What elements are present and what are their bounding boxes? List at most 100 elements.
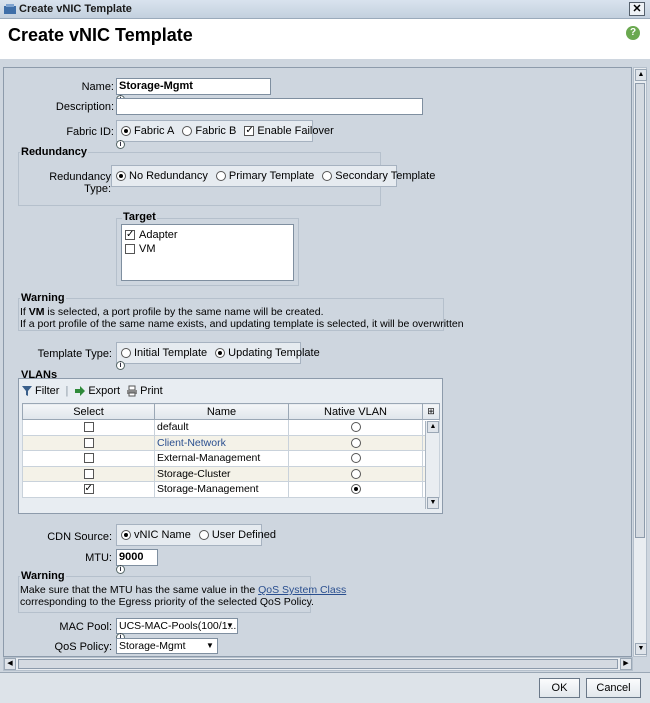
scroll-up-icon[interactable]: ▲ xyxy=(427,421,439,433)
adapter-checkbox[interactable]: ✓ xyxy=(125,230,135,240)
secondary-template-option[interactable]: Secondary Template xyxy=(322,170,435,182)
primary-template-label: Primary Template xyxy=(228,170,315,182)
info-icon[interactable]: i xyxy=(116,361,125,370)
updating-template-radio[interactable] xyxy=(215,348,226,358)
select-cell[interactable] xyxy=(22,434,155,451)
secondary-template-radio[interactable] xyxy=(322,171,333,181)
vertical-scrollbar[interactable]: ▲ ▼ xyxy=(633,67,647,657)
enable-failover-option[interactable]: ✓ Enable Failover xyxy=(244,125,334,137)
fabric-a-option[interactable]: Fabric A xyxy=(121,125,174,137)
description-field[interactable] xyxy=(116,98,423,115)
fabric-b-option[interactable]: Fabric B xyxy=(182,125,236,137)
vlan-name-cell: Storage-Management xyxy=(154,481,289,498)
initial-template-option[interactable]: Initial Template xyxy=(121,347,207,359)
scroll-thumb[interactable] xyxy=(635,83,645,538)
name-column-header[interactable]: Name xyxy=(154,403,289,420)
select-cell[interactable] xyxy=(22,450,155,467)
native-vlan-cell[interactable] xyxy=(288,419,423,436)
cancel-button[interactable]: Cancel xyxy=(586,678,641,698)
vlans-scrollbar[interactable]: ▲ ▼ xyxy=(425,421,439,509)
scroll-thumb[interactable] xyxy=(18,659,618,669)
vlan-select-checkbox[interactable] xyxy=(83,453,94,464)
table-row[interactable]: ✓ Storage-Management xyxy=(22,481,440,498)
table-row[interactable]: External-Management xyxy=(22,450,440,467)
initial-template-radio[interactable] xyxy=(121,348,131,358)
name-field[interactable]: Storage-Mgmt xyxy=(116,78,271,95)
vnic-name-radio[interactable] xyxy=(121,530,131,540)
no-redundancy-option[interactable]: No Redundancy xyxy=(116,170,208,182)
user-defined-radio[interactable] xyxy=(198,530,209,540)
native-vlan-radio[interactable] xyxy=(350,484,361,495)
fabric-b-radio[interactable] xyxy=(182,126,193,136)
native-vlan-cell[interactable] xyxy=(288,465,423,482)
select-cell[interactable] xyxy=(22,419,155,436)
ok-button[interactable]: OK xyxy=(539,678,580,698)
mac-pool-dropdown[interactable]: UCS-MAC-Pools(100/1... ▼ xyxy=(116,618,238,634)
select-column-header[interactable]: Select xyxy=(22,403,155,420)
vlan-select-checkbox[interactable] xyxy=(83,437,94,448)
fabric-a-radio[interactable] xyxy=(121,126,131,136)
chevron-down-icon[interactable]: ▼ xyxy=(204,640,216,652)
help-icon[interactable]: ? xyxy=(626,26,640,40)
vlan-select-checkbox[interactable] xyxy=(83,468,94,479)
warning-mtu-line2: corresponding to the Egress priority of … xyxy=(20,596,314,608)
warning-mtu-line1: Make sure that the MTU has the same valu… xyxy=(20,584,347,596)
scroll-up-icon[interactable]: ▲ xyxy=(635,69,647,81)
no-redundancy-radio[interactable] xyxy=(116,171,126,181)
chevron-down-icon[interactable]: ▼ xyxy=(224,620,236,632)
native-vlan-cell[interactable] xyxy=(288,450,423,467)
filter-button[interactable]: Filter xyxy=(21,385,59,397)
scroll-left-icon[interactable]: ◀ xyxy=(4,658,16,670)
native-vlan-radio[interactable] xyxy=(350,453,361,464)
redundancy-group-title: Redundancy xyxy=(20,146,89,158)
native-vlan-radio[interactable] xyxy=(350,437,361,448)
dialog-footer: OK Cancel xyxy=(0,672,650,703)
template-type-options: Initial Template Updating Template xyxy=(116,342,320,364)
updating-template-option[interactable]: Updating Template xyxy=(215,347,320,359)
info-icon[interactable]: i xyxy=(116,140,125,149)
vnic-name-option[interactable]: vNIC Name xyxy=(121,529,191,541)
primary-template-option[interactable]: Primary Template xyxy=(215,170,315,182)
primary-template-radio[interactable] xyxy=(215,171,226,181)
select-cell[interactable]: ✓ xyxy=(22,481,155,498)
target-list: ✓ Adapter VM xyxy=(121,224,294,281)
mtu-field[interactable]: 9000 xyxy=(116,549,158,566)
column-chooser-icon[interactable]: ⊞ xyxy=(422,403,440,420)
updating-template-label: Updating Template xyxy=(228,347,320,359)
table-row[interactable]: Client-Network xyxy=(22,434,440,451)
vlan-select-checkbox[interactable] xyxy=(83,422,94,433)
native-vlan-cell[interactable] xyxy=(288,481,423,498)
qos-policy-dropdown[interactable]: Storage-Mgmt ▼ xyxy=(116,638,218,654)
table-row[interactable]: default xyxy=(22,419,440,436)
vnic-name-label: vNIC Name xyxy=(134,529,191,541)
scroll-down-icon[interactable]: ▼ xyxy=(427,497,439,509)
adapter-label: Adapter xyxy=(139,229,178,241)
vlans-panel: Filter | Export Print Select Name Native… xyxy=(18,378,443,514)
vlan-select-checkbox[interactable]: ✓ xyxy=(83,484,94,495)
export-icon xyxy=(75,386,86,396)
table-row[interactable]: Storage-Cluster xyxy=(22,465,440,482)
print-label: Print xyxy=(140,385,163,397)
select-cell[interactable] xyxy=(22,465,155,482)
user-defined-option[interactable]: User Defined xyxy=(198,529,276,541)
warning-vm-line2: If a port profile of the same name exist… xyxy=(20,318,464,330)
horizontal-scrollbar[interactable]: ◀ ▶ xyxy=(3,657,633,671)
native-vlan-radio[interactable] xyxy=(350,422,361,433)
window-titlebar: Create vNIC Template ✕ xyxy=(0,0,650,19)
scroll-down-icon[interactable]: ▼ xyxy=(635,643,647,655)
target-adapter-item[interactable]: ✓ Adapter xyxy=(125,229,178,241)
native-vlan-column-header[interactable]: Native VLAN xyxy=(288,403,423,420)
enable-failover-checkbox[interactable]: ✓ xyxy=(244,126,255,136)
native-vlan-cell[interactable] xyxy=(288,434,423,451)
mtu-label: MTU: xyxy=(85,552,112,564)
native-vlan-radio[interactable] xyxy=(350,468,361,479)
print-button[interactable]: Print xyxy=(126,385,163,397)
target-vm-item[interactable]: VM xyxy=(125,243,156,255)
info-icon[interactable]: i xyxy=(116,565,125,574)
close-icon[interactable]: ✕ xyxy=(629,2,645,16)
export-button[interactable]: Export xyxy=(74,385,120,397)
qos-system-class-link[interactable]: QoS System Class xyxy=(258,584,346,596)
scroll-right-icon[interactable]: ▶ xyxy=(620,658,632,670)
vm-checkbox[interactable] xyxy=(125,244,135,254)
redundancy-type-options: No Redundancy Primary Template Secondary… xyxy=(111,165,435,187)
